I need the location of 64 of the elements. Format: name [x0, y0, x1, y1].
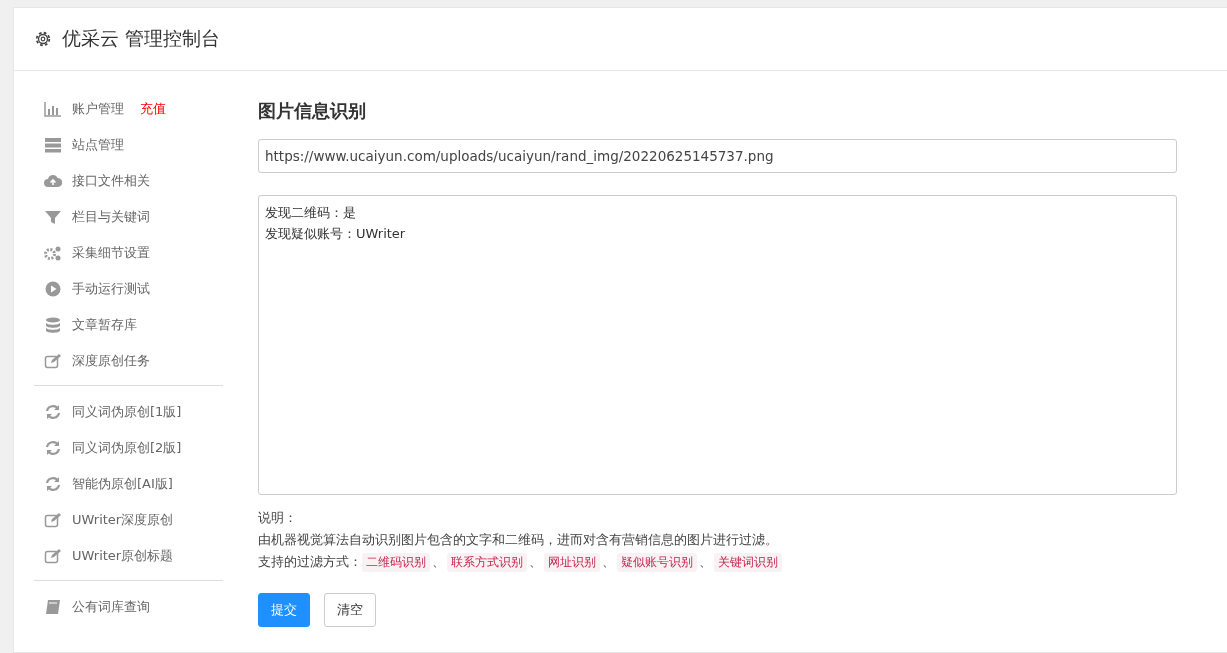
gears-icon: [44, 245, 62, 261]
menu-label: 账户管理: [72, 100, 124, 118]
cloud-upload-icon: [44, 173, 62, 189]
play-icon: [44, 281, 62, 297]
filters-label: 支持的过滤方式：: [258, 553, 362, 571]
sidebar-item[interactable]: UWriter原创标题: [34, 538, 223, 574]
menu-label: 栏目与关键词: [72, 208, 150, 226]
menu-label: 公有词库查询: [72, 598, 150, 616]
sidebar-item[interactable]: 站点管理: [34, 127, 223, 163]
filter-icon: [44, 209, 62, 225]
separator: 、: [431, 553, 446, 571]
menu-label: 同义词伪原创[1版]: [72, 403, 182, 421]
sidebar-item[interactable]: 栏目与关键词: [34, 199, 223, 235]
menu-label: 同义词伪原创[2版]: [72, 439, 182, 457]
sidebar-item[interactable]: 文章暂存库: [34, 307, 223, 343]
filter-tag: 联系方式识别: [447, 552, 527, 572]
sidebar-item[interactable]: 采集细节设置: [34, 235, 223, 271]
result-line: 发现疑似账号：UWriter: [265, 225, 407, 243]
edit-icon: [44, 548, 62, 564]
filter-tag: 二维码识别: [362, 552, 430, 572]
menu-label: 深度原创任务: [72, 352, 150, 370]
notes-heading: 说明：: [258, 509, 298, 527]
sidebar-item[interactable]: 公有词库查询: [34, 589, 223, 625]
sidebar-item[interactable]: 手动运行测试: [34, 271, 223, 307]
console-title: 优采云 管理控制台: [62, 26, 221, 51]
result-box[interactable]: 发现二维码：是 发现疑似账号：UWriter: [258, 195, 1177, 495]
result-line: 发现二维码：是: [265, 204, 357, 222]
filter-tag: 网址识别: [544, 552, 600, 572]
menu-label: 采集细节设置: [72, 244, 150, 262]
book-icon: [44, 599, 62, 615]
description-text: 由机器视觉算法自动识别图片包含的文字和二维码，进而对含有营销信息的图片进行过滤。: [258, 531, 779, 549]
menu-label: 智能伪原创[AI版]: [72, 475, 173, 493]
menu-label: 接口文件相关: [72, 172, 150, 190]
edit-icon: [44, 512, 62, 528]
separator: 、: [601, 553, 616, 571]
url-field[interactable]: https://www.ucaiyun.com/uploads/ucaiyun/rand_img/20220625145737.png: [258, 139, 1177, 173]
sidebar-item[interactable]: 智能伪原创[AI版]: [34, 466, 223, 502]
menu-label: UWriter原创标题: [72, 547, 174, 565]
chart-icon: [44, 101, 62, 117]
sidebar-item[interactable]: 同义词伪原创[2版]: [34, 430, 223, 466]
menu-label: 站点管理: [72, 136, 124, 154]
menu-label: 手动运行测试: [72, 280, 150, 298]
submit-button[interactable]: 提交: [258, 593, 310, 627]
clear-button[interactable]: 清空: [324, 593, 376, 627]
database-icon: [44, 317, 62, 333]
settings-icon: [34, 30, 52, 48]
sidebar-item[interactable]: UWriter深度原创: [34, 502, 223, 538]
recharge-link[interactable]: 充值: [140, 100, 166, 118]
filter-tag: 关键词识别: [714, 552, 782, 572]
refresh-icon: [44, 404, 62, 420]
refresh-icon: [44, 440, 62, 456]
edit-icon: [44, 353, 62, 369]
separator: 、: [528, 553, 543, 571]
menu-label: 文章暂存库: [72, 316, 137, 334]
separator: 、: [698, 553, 713, 571]
sidebar-item[interactable]: 深度原创任务: [34, 343, 223, 379]
filter-tag: 疑似账号识别: [617, 552, 697, 572]
sidebar-item[interactable]: 账户管理 充值: [34, 91, 223, 127]
refresh-icon: [44, 476, 62, 492]
sidebar-item[interactable]: 接口文件相关: [34, 163, 223, 199]
menu-label: UWriter深度原创: [72, 511, 174, 529]
server-icon: [44, 137, 62, 153]
page-title: 图片信息识别: [258, 99, 367, 123]
sidebar-item[interactable]: 同义词伪原创[1版]: [34, 394, 223, 430]
